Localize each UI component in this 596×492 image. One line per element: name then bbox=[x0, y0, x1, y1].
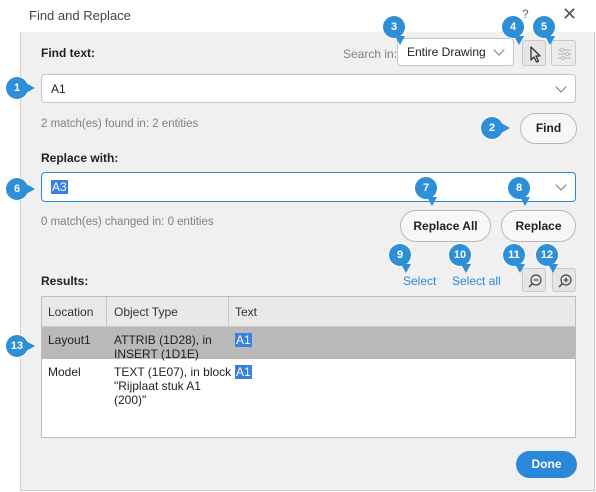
cell-text: A1 bbox=[235, 365, 252, 379]
chevron-down-icon bbox=[493, 44, 505, 56]
cell-object-type-line: INSERT (1D1E) bbox=[114, 347, 199, 361]
results-table[interactable]: Location Object Type Text Layout1 ATTRIB… bbox=[41, 296, 576, 438]
callout-7: 7 bbox=[415, 177, 437, 206]
find-status-text: 2 match(es) found in: 2 entities bbox=[41, 118, 199, 130]
zoom-out-button[interactable] bbox=[522, 268, 546, 292]
callout-4: 4 bbox=[502, 16, 524, 45]
column-header-text[interactable]: Text bbox=[235, 305, 257, 319]
cell-object-type-line: (200)" bbox=[114, 393, 147, 407]
table-header: Location Object Type Text bbox=[42, 297, 575, 327]
replace-all-button[interactable]: Replace All bbox=[400, 210, 491, 242]
find-text-value: A1 bbox=[51, 81, 66, 96]
callout-6: 6 bbox=[6, 178, 35, 200]
callout-9: 9 bbox=[389, 244, 411, 273]
callout-11: 11 bbox=[503, 244, 525, 273]
cell-location: Model bbox=[48, 365, 81, 379]
cell-object-type-line: ATTRIB (1D28), in bbox=[114, 333, 212, 347]
filter-icon bbox=[558, 47, 571, 61]
help-button[interactable]: ? bbox=[522, 7, 529, 21]
search-in-dropdown[interactable]: Entire Drawing bbox=[397, 38, 514, 66]
callout-10: 10 bbox=[449, 244, 471, 273]
search-in-value: Entire Drawing bbox=[407, 45, 486, 59]
callout-2: 2 bbox=[481, 117, 510, 139]
replace-status-text: 0 match(es) changed in: 0 entities bbox=[41, 216, 214, 228]
replace-with-label: Replace with: bbox=[41, 151, 119, 165]
select-entities-button[interactable] bbox=[522, 40, 546, 66]
replace-button[interactable]: Replace bbox=[501, 210, 576, 242]
cell-object-type-line: "Rijplaat stuk A1 bbox=[114, 379, 201, 393]
results-label: Results: bbox=[41, 274, 89, 288]
callout-13: 13 bbox=[6, 335, 35, 357]
table-row[interactable]: Layout1 ATTRIB (1D28), in INSERT (1D1E) … bbox=[42, 327, 575, 361]
cell-object-type: ATTRIB (1D28), in INSERT (1D1E) bbox=[114, 333, 212, 361]
dialog-title: Find and Replace bbox=[29, 8, 131, 23]
chevron-down-icon[interactable] bbox=[555, 179, 567, 191]
done-button[interactable]: Done bbox=[516, 451, 577, 478]
find-text-input[interactable]: A1 bbox=[41, 74, 576, 103]
select-all-link[interactable]: Select all bbox=[452, 274, 501, 288]
cell-object-type-line: TEXT (1E07), in block bbox=[114, 365, 232, 379]
cell-text: A1 bbox=[235, 333, 252, 347]
table-row[interactable]: Model TEXT (1E07), in block "Rijplaat st… bbox=[42, 360, 575, 407]
column-header-location[interactable]: Location bbox=[48, 305, 93, 319]
replace-with-input[interactable]: A3 bbox=[41, 172, 576, 202]
zoom-out-icon bbox=[528, 274, 542, 288]
cell-object-type: TEXT (1E07), in block "Rijplaat stuk A1 … bbox=[114, 365, 231, 407]
search-in-label: Search in: bbox=[343, 47, 398, 61]
column-divider[interactable] bbox=[106, 297, 107, 326]
callout-5: 5 bbox=[533, 16, 555, 45]
callout-1: 1 bbox=[6, 77, 35, 99]
find-button[interactable]: Find bbox=[520, 113, 577, 144]
callout-8: 8 bbox=[508, 177, 530, 206]
find-text-label: Find text: bbox=[41, 46, 95, 60]
select-link[interactable]: Select bbox=[403, 274, 436, 288]
callout-3: 3 bbox=[383, 16, 405, 45]
cell-location: Layout1 bbox=[48, 333, 91, 347]
callout-12: 12 bbox=[536, 244, 558, 273]
chevron-down-icon[interactable] bbox=[555, 80, 567, 93]
replace-with-value: A3 bbox=[51, 180, 68, 194]
close-button[interactable]: ✕ bbox=[562, 4, 577, 24]
column-divider[interactable] bbox=[228, 297, 229, 326]
column-header-object-type[interactable]: Object Type bbox=[114, 305, 178, 319]
cursor-arrow-icon bbox=[530, 46, 541, 63]
